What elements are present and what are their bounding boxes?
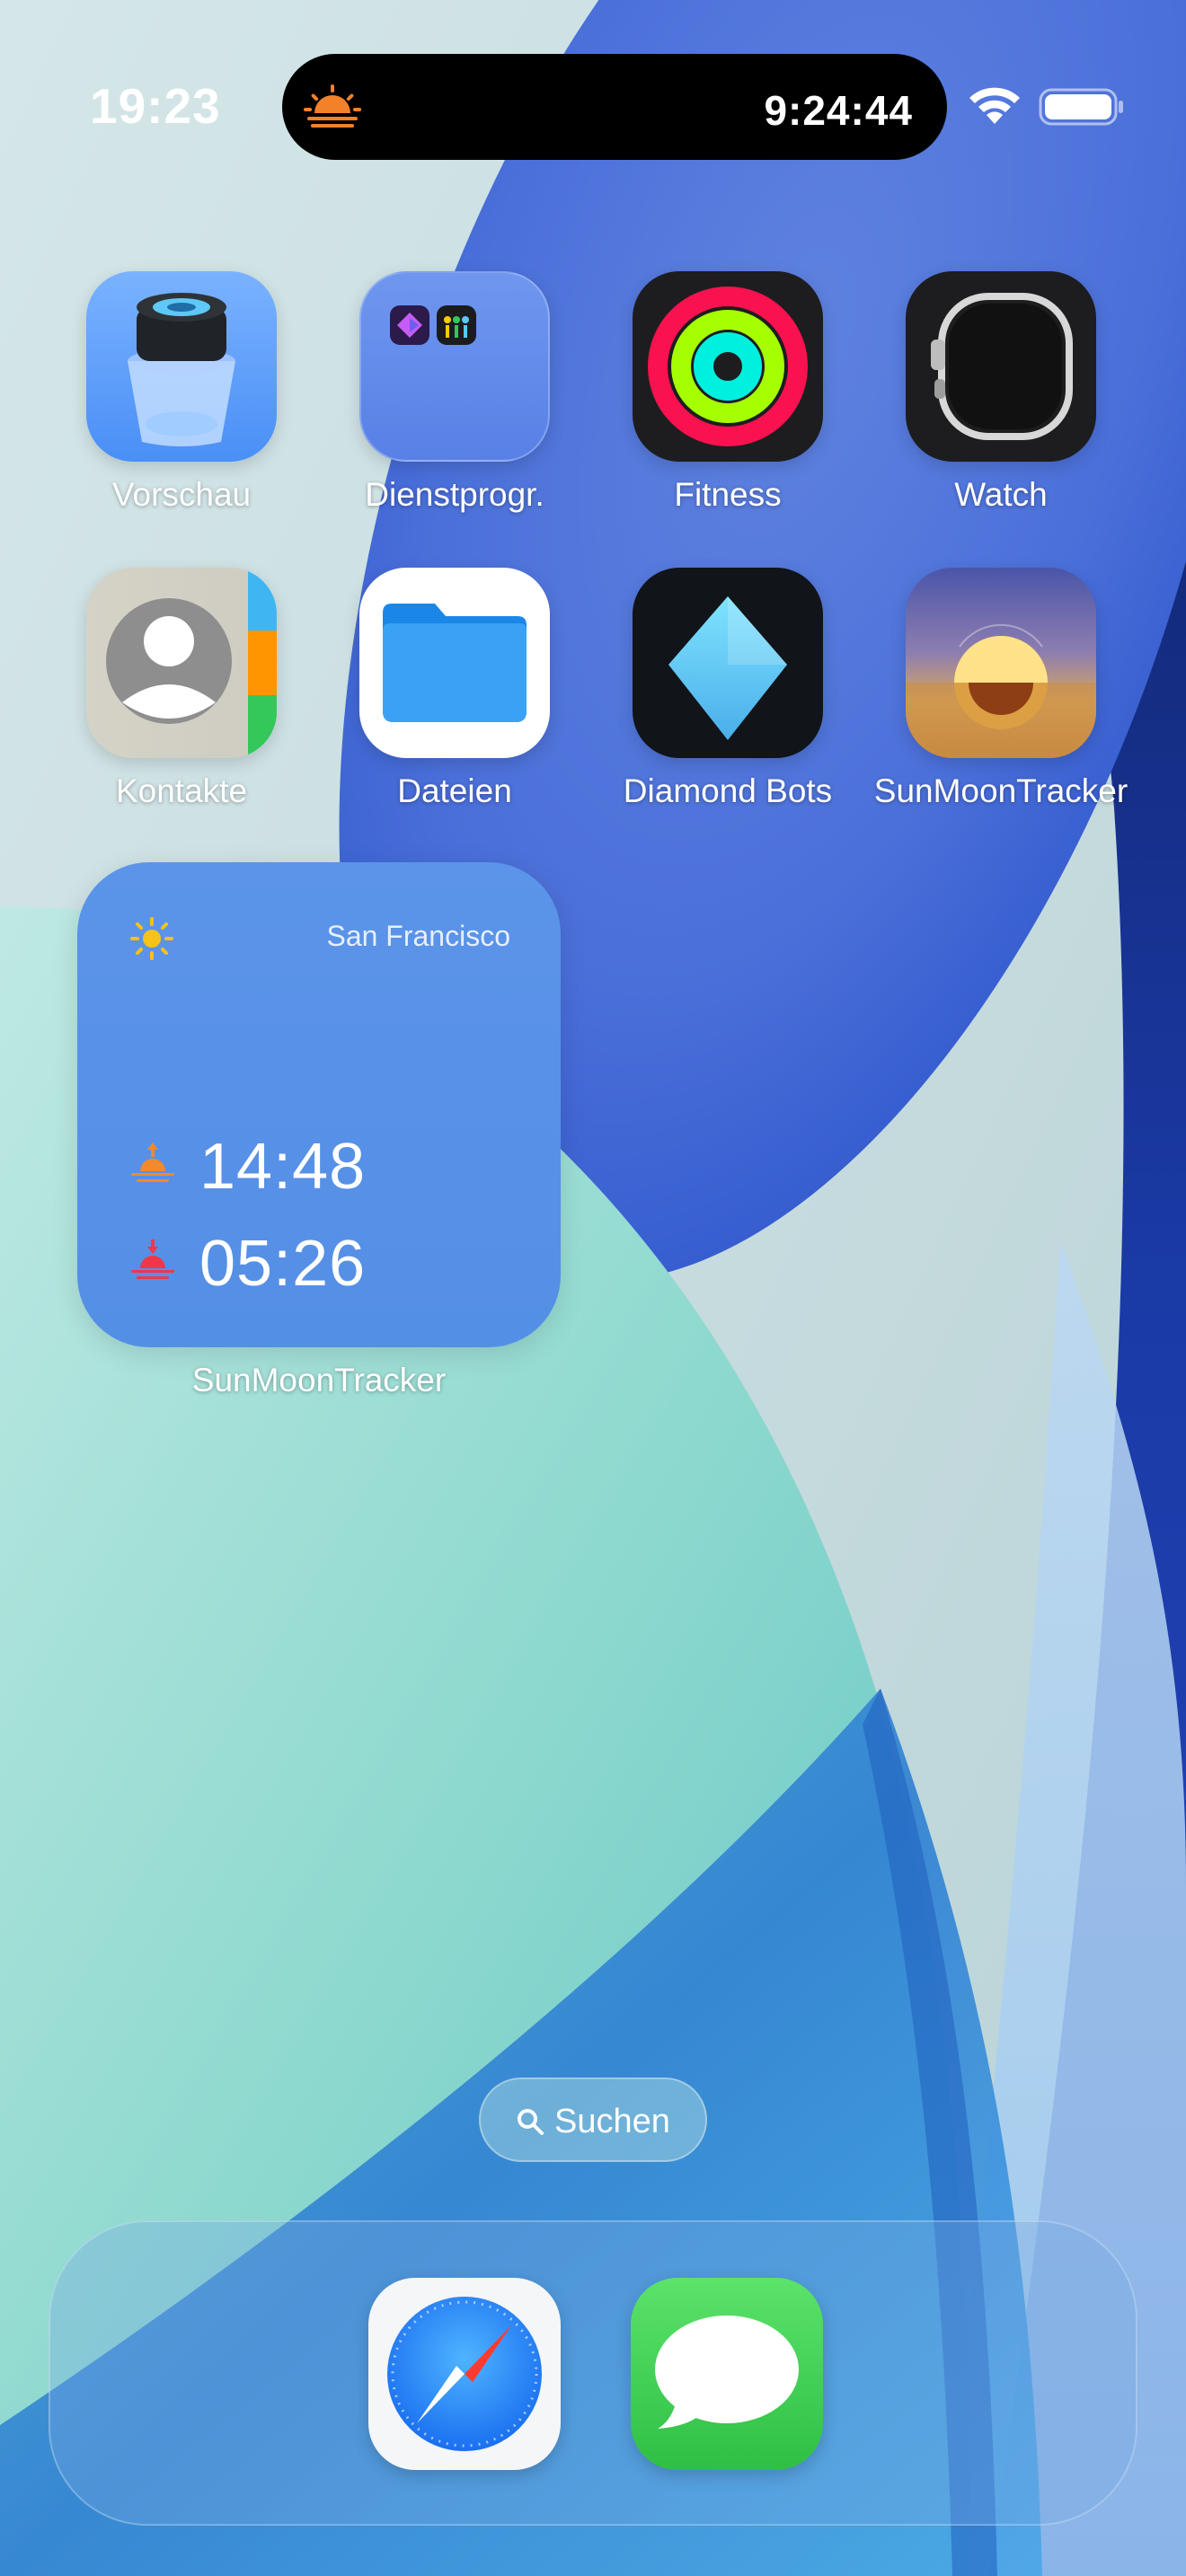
sunrise-time: 14:48 [199,1131,367,1203]
wifi-icon [969,87,1020,124]
battery-icon [1039,88,1123,126]
app-label: Dateien [397,772,512,809]
sunrise-icon [304,84,361,128]
messages-icon[interactable] [631,2278,823,2470]
sunset-time: 05:26 [199,1228,367,1300]
app-label: Watch [954,476,1048,513]
watch-icon [906,271,1096,462]
search-button[interactable]: Suchen [479,2078,707,2162]
sunset-icon [906,568,1096,758]
dock [49,2220,1137,2526]
activity-rings-icon [633,271,823,462]
sunrise-icon [131,1142,174,1182]
sun-icon [130,917,173,960]
widget-label: SunMoonTracker [191,1362,447,1398]
sunset-icon [131,1239,174,1279]
app-vorschau[interactable]: Vorschau [47,271,316,514]
diamond-icon [633,568,823,758]
app-label: Diamond Bots [623,772,833,809]
search-label: Suchen [554,2103,670,2140]
live-activity-time: 9:24:44 [764,87,913,134]
app-watch[interactable]: Watch [866,271,1136,514]
app-dienstprogramme-folder[interactable]: Dienstprogr. [320,271,589,514]
contacts-icon [86,568,277,758]
widget-city: San Francisco [326,920,510,952]
folder-icon [359,271,550,462]
status-time: 19:23 [90,78,221,134]
app-label: SunMoonTracker [873,772,1128,809]
app-label: Vorschau [111,476,252,513]
sunmoontracker-widget[interactable]: San Francisco 14:48 05:26 [77,862,561,1347]
safari-icon[interactable] [368,2278,561,2470]
app-dateien[interactable]: Dateien [320,568,589,810]
files-icon [359,568,550,758]
app-kontakte[interactable]: Kontakte [47,568,316,810]
dynamic-island[interactable]: 9:24:44 [282,54,947,160]
home-screen: 19:23 9:24:44 Vorschau Dienstprogr. Fitn… [0,0,1186,2576]
app-label: Kontakte [115,772,248,809]
preview-icon [86,271,277,462]
app-label: Fitness [674,476,782,513]
search-icon [518,2109,544,2135]
app-label: Dienstprogr. [365,476,544,513]
app-sunmoontracker[interactable]: SunMoonTracker [866,568,1136,810]
app-diamond-bots[interactable]: Diamond Bots [593,568,863,810]
app-fitness[interactable]: Fitness [593,271,863,514]
